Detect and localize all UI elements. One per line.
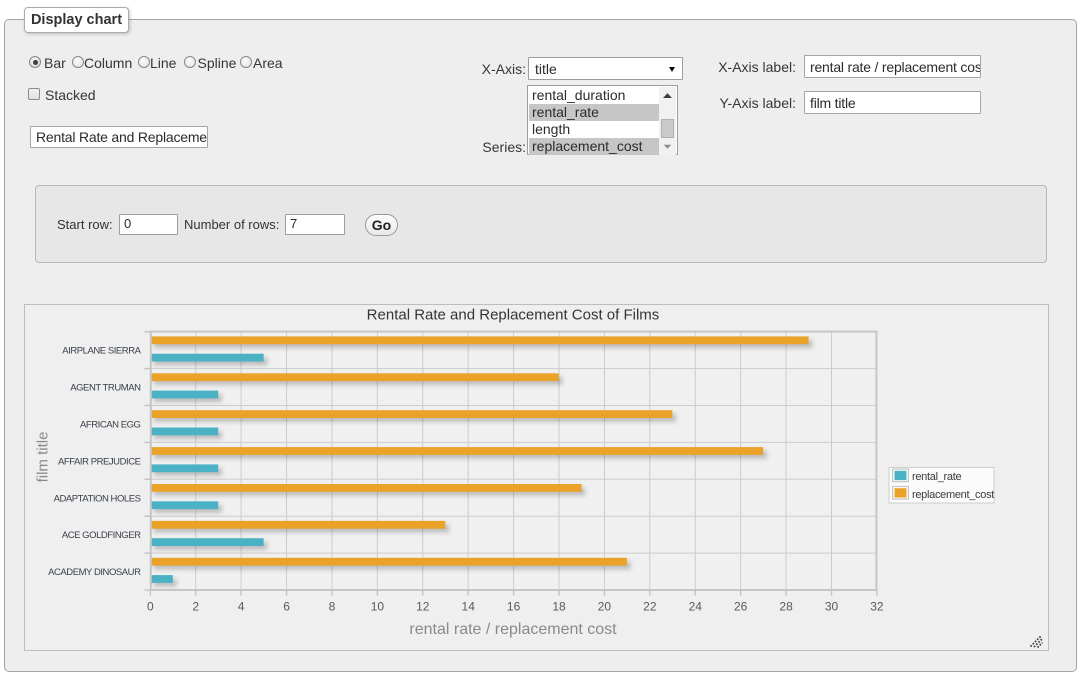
svg-text:AIRPLANE SIERRA: AIRPLANE SIERRA <box>62 346 141 357</box>
svg-text:ACE GOLDFINGER: ACE GOLDFINGER <box>62 530 141 541</box>
svg-text:14: 14 <box>462 600 476 614</box>
svg-text:AGENT TRUMAN: AGENT TRUMAN <box>70 383 141 394</box>
svg-text:replacement_cost: replacement_cost <box>912 489 994 501</box>
svg-text:32: 32 <box>870 600 884 614</box>
svg-text:ADAPTATION HOLES: ADAPTATION HOLES <box>54 493 141 504</box>
svg-text:AFFAIR PREJUDICE: AFFAIR PREJUDICE <box>58 456 141 467</box>
svg-text:AFRICAN EGG: AFRICAN EGG <box>80 420 141 431</box>
svg-text:10: 10 <box>371 600 385 614</box>
svg-text:Rental Rate and Replacement Co: Rental Rate and Replacement Cost of Film… <box>367 307 660 324</box>
svg-text:rental_rate: rental_rate <box>912 471 961 483</box>
svg-text:24: 24 <box>689 600 703 614</box>
svg-text:film title: film title <box>35 432 52 483</box>
svg-text:12: 12 <box>416 600 430 614</box>
svg-text:8: 8 <box>329 600 336 614</box>
svg-text:28: 28 <box>779 600 793 614</box>
svg-text:0: 0 <box>147 600 154 614</box>
svg-text:16: 16 <box>507 600 521 614</box>
svg-text:2: 2 <box>192 600 199 614</box>
svg-text:ACADEMY DINOSAUR: ACADEMY DINOSAUR <box>48 567 141 578</box>
svg-text:30: 30 <box>825 600 839 614</box>
svg-text:20: 20 <box>598 600 612 614</box>
svg-text:18: 18 <box>552 600 566 614</box>
svg-text:26: 26 <box>734 600 748 614</box>
svg-text:22: 22 <box>643 600 657 614</box>
svg-text:6: 6 <box>283 600 290 614</box>
svg-text:4: 4 <box>238 600 245 614</box>
svg-text:rental rate / replacement cost: rental rate / replacement cost <box>409 621 617 638</box>
